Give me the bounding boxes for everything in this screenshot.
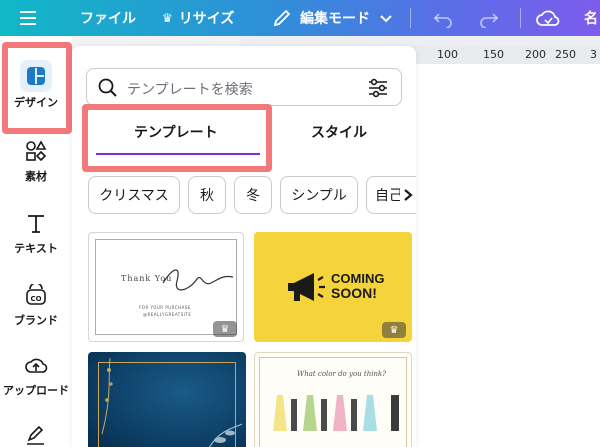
sidebar-item-brand[interactable]: CO ブランド	[0, 282, 72, 328]
sidebar-item-elements[interactable]: 素材	[0, 140, 72, 184]
premium-crown-icon: ♛	[213, 321, 237, 337]
signature-flourish	[162, 269, 234, 291]
chip-christmas[interactable]: クリスマス	[88, 176, 180, 214]
sidebar-item-label: 素材	[25, 170, 47, 183]
chip-autumn[interactable]: 秋	[188, 176, 226, 214]
dress-options-illustration	[273, 395, 399, 431]
sidebar-item-label: テキスト	[14, 242, 58, 255]
filter-sliders-icon[interactable]	[367, 77, 389, 99]
file-menu-button[interactable]: ファイル	[80, 0, 136, 36]
shapes-icon	[26, 140, 47, 162]
edit-mode-dropdown[interactable]: 編集モード	[272, 0, 394, 36]
design-name-truncated[interactable]: 名	[584, 0, 598, 36]
app-root: 0 50 100 150 200 250 3 ファイル ♛ リサイズ 編集モード	[0, 0, 600, 447]
ruler-tick: 200	[525, 48, 546, 61]
sidebar-item-draw[interactable]	[0, 424, 72, 447]
survey-title: What color do you think?	[297, 370, 386, 378]
resize-label: リサイズ	[178, 11, 235, 27]
soon-text: SOON!	[331, 285, 377, 301]
brand-icon: CO	[26, 282, 46, 305]
highlight-box-templates-tab	[82, 104, 272, 172]
highlight-box-design	[2, 42, 72, 134]
cloud-upload-icon	[25, 358, 48, 373]
chevron-down-icon	[380, 15, 392, 23]
template-color-survey[interactable]: What color do you think?	[254, 352, 412, 447]
coming-text: COMING	[331, 271, 385, 286]
leaf-decoration	[209, 423, 243, 447]
search-placeholder: テンプレートを検索	[127, 82, 253, 98]
chip-winter[interactable]: 冬	[234, 176, 272, 214]
megaphone-icon	[288, 273, 325, 301]
resize-button[interactable]: ♛ リサイズ	[162, 0, 234, 36]
sidebar-item-label: アップロード	[3, 384, 69, 397]
ruler-tick: 150	[483, 48, 504, 61]
file-menu-label: ファイル	[80, 11, 136, 27]
undo-icon[interactable]	[432, 0, 454, 36]
gold-botanical-decoration	[101, 357, 113, 435]
ruler-tick: 100	[437, 48, 458, 61]
premium-crown-icon: ♛	[382, 322, 406, 338]
thank-you-subtitle: FOR YOUR PURCHASE	[139, 305, 191, 310]
sidebar-item-uploads[interactable]: アップロード	[0, 354, 72, 398]
ruler-tick: 250	[555, 48, 576, 61]
template-navy-botanical[interactable]	[88, 352, 246, 447]
category-chips: クリスマス 秋 冬 シンプル 自己	[88, 176, 416, 216]
cloud-saved-icon[interactable]	[535, 0, 561, 36]
redo-icon[interactable]	[478, 0, 500, 36]
sidebar-item-text[interactable]: テキスト	[0, 212, 72, 256]
template-search-input[interactable]: テンプレートを検索	[86, 68, 402, 106]
design-page[interactable]	[400, 64, 600, 447]
ruler-tick: 3	[590, 48, 597, 61]
template-thank-you[interactable]: Thank You FOR YOUR PURCHASE @REALLYGREAT…	[88, 232, 244, 342]
pencil-icon	[273, 9, 291, 27]
chevron-right-icon[interactable]	[400, 185, 416, 205]
top-toolbar: ファイル ♛ リサイズ 編集モード 名	[0, 0, 600, 36]
svg-text:CO: CO	[30, 295, 41, 303]
tab-styles[interactable]: スタイル	[311, 122, 367, 142]
template-coming-soon[interactable]: COMING SOON! ♛	[254, 232, 412, 342]
crown-icon: ♛	[162, 11, 173, 25]
text-icon	[28, 215, 44, 233]
menu-icon[interactable]	[18, 0, 40, 36]
chip-simple[interactable]: シンプル	[280, 176, 358, 214]
toolbar-divider	[520, 8, 521, 28]
search-icon	[98, 78, 117, 97]
thank-you-handle: @REALLYGREATSITE	[143, 312, 192, 317]
draw-icon	[27, 425, 44, 445]
edit-mode-label: 編集モード	[300, 11, 370, 27]
toolbar-divider	[410, 8, 411, 28]
sidebar-item-label: ブランド	[14, 314, 58, 327]
